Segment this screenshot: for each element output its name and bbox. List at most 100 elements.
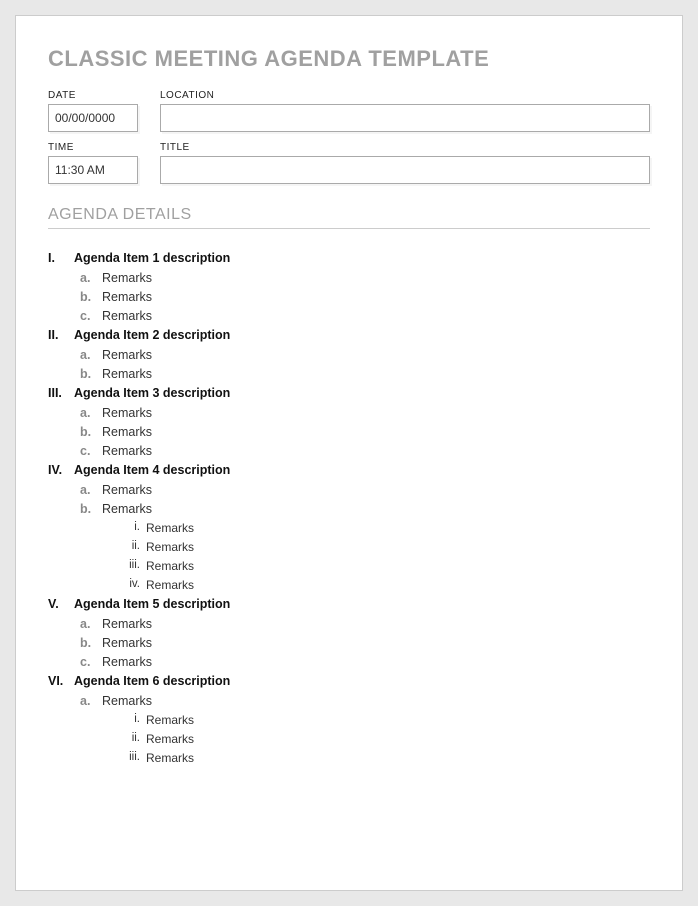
agenda-sub-item: b.Remarks [48, 425, 650, 439]
agenda-item: VI.Agenda Item 6 descriptiona.Remarksi.R… [48, 674, 650, 765]
agenda-item-header: I.Agenda Item 1 description [48, 251, 650, 265]
agenda-sub-item: b.Remarks [48, 636, 650, 650]
location-input[interactable] [160, 104, 650, 132]
agenda-subsub-numeral: i. [122, 521, 146, 535]
agenda-sub-letter: c. [80, 309, 102, 323]
agenda-subsub-item: ii.Remarks [48, 540, 650, 554]
agenda-item-header: IV.Agenda Item 4 description [48, 463, 650, 477]
agenda-item-title: Agenda Item 4 description [74, 463, 230, 477]
agenda-subsub-numeral: iii. [122, 559, 146, 573]
agenda-sub-text: Remarks [102, 502, 152, 516]
agenda-subsub-text: Remarks [146, 521, 194, 535]
agenda-subsub-text: Remarks [146, 559, 194, 573]
agenda-sub-text: Remarks [102, 367, 152, 381]
agenda-sub-letter: b. [80, 425, 102, 439]
agenda-sub-letter: a. [80, 271, 102, 285]
agenda-sub-item: a.Remarks [48, 483, 650, 497]
agenda-subsub-numeral: iii. [122, 751, 146, 765]
time-input[interactable] [48, 156, 138, 184]
agenda-subsub-numeral: ii. [122, 540, 146, 554]
agenda-sub-text: Remarks [102, 444, 152, 458]
agenda-list: I.Agenda Item 1 descriptiona.Remarksb.Re… [48, 251, 650, 765]
agenda-sub-letter: a. [80, 617, 102, 631]
agenda-subsub-text: Remarks [146, 751, 194, 765]
agenda-sub-item: b.Remarks [48, 502, 650, 516]
agenda-item-numeral: IV. [48, 463, 74, 477]
agenda-subsub-text: Remarks [146, 540, 194, 554]
date-input[interactable] [48, 104, 138, 132]
agenda-sub-item: c.Remarks [48, 309, 650, 323]
agenda-item: II.Agenda Item 2 descriptiona.Remarksb.R… [48, 328, 650, 381]
location-field-group: LOCATION [160, 90, 650, 132]
agenda-subsub-item: i.Remarks [48, 521, 650, 535]
agenda-item-header: III.Agenda Item 3 description [48, 386, 650, 400]
agenda-item: IV.Agenda Item 4 descriptiona.Remarksb.R… [48, 463, 650, 592]
agenda-sub-letter: a. [80, 483, 102, 497]
agenda-sub-letter: c. [80, 655, 102, 669]
agenda-item: I.Agenda Item 1 descriptiona.Remarksb.Re… [48, 251, 650, 323]
agenda-sub-letter: c. [80, 444, 102, 458]
agenda-item-title: Agenda Item 1 description [74, 251, 230, 265]
agenda-sub-letter: b. [80, 367, 102, 381]
form-row-2: TIME TITLE [48, 142, 650, 184]
agenda-subsub-numeral: ii. [122, 732, 146, 746]
agenda-item-title: Agenda Item 6 description [74, 674, 230, 688]
agenda-sub-letter: b. [80, 502, 102, 516]
time-field-group: TIME [48, 142, 138, 184]
agenda-subsub-item: iii.Remarks [48, 751, 650, 765]
agenda-sub-item: b.Remarks [48, 367, 650, 381]
agenda-subsub-item: iv.Remarks [48, 578, 650, 592]
agenda-sub-text: Remarks [102, 406, 152, 420]
agenda-item-header: VI.Agenda Item 6 description [48, 674, 650, 688]
section-divider [48, 228, 650, 229]
agenda-sub-item: a.Remarks [48, 617, 650, 631]
agenda-item-numeral: II. [48, 328, 74, 342]
agenda-sub-item: a.Remarks [48, 271, 650, 285]
agenda-item-title: Agenda Item 2 description [74, 328, 230, 342]
agenda-sub-text: Remarks [102, 617, 152, 631]
agenda-item-numeral: V. [48, 597, 74, 611]
date-field-group: DATE [48, 90, 138, 132]
agenda-subsub-item: ii.Remarks [48, 732, 650, 746]
agenda-details-header: AGENDA DETAILS [48, 206, 650, 224]
date-label: DATE [48, 90, 138, 101]
agenda-sub-letter: b. [80, 290, 102, 304]
agenda-item: V.Agenda Item 5 descriptiona.Remarksb.Re… [48, 597, 650, 669]
agenda-item-numeral: III. [48, 386, 74, 400]
agenda-sub-text: Remarks [102, 483, 152, 497]
agenda-item-title: Agenda Item 3 description [74, 386, 230, 400]
agenda-sub-item: c.Remarks [48, 444, 650, 458]
agenda-subsub-text: Remarks [146, 713, 194, 727]
agenda-sub-text: Remarks [102, 655, 152, 669]
agenda-item-title: Agenda Item 5 description [74, 597, 230, 611]
agenda-sub-item: a.Remarks [48, 348, 650, 362]
agenda-sub-letter: a. [80, 348, 102, 362]
agenda-sub-text: Remarks [102, 425, 152, 439]
agenda-sub-letter: b. [80, 636, 102, 650]
agenda-sub-text: Remarks [102, 309, 152, 323]
agenda-sub-item: c.Remarks [48, 655, 650, 669]
agenda-sub-text: Remarks [102, 290, 152, 304]
agenda-sub-text: Remarks [102, 348, 152, 362]
agenda-subsub-item: i.Remarks [48, 713, 650, 727]
agenda-subsub-numeral: iv. [122, 578, 146, 592]
agenda-sub-text: Remarks [102, 694, 152, 708]
agenda-subsub-text: Remarks [146, 578, 194, 592]
agenda-sub-text: Remarks [102, 271, 152, 285]
agenda-sub-letter: a. [80, 406, 102, 420]
agenda-sub-item: a.Remarks [48, 694, 650, 708]
page-title: CLASSIC MEETING AGENDA TEMPLATE [48, 46, 650, 72]
form-row-1: DATE LOCATION [48, 90, 650, 132]
agenda-subsub-item: iii.Remarks [48, 559, 650, 573]
agenda-item-header: II.Agenda Item 2 description [48, 328, 650, 342]
title-label: TITLE [160, 142, 650, 153]
agenda-subsub-text: Remarks [146, 732, 194, 746]
agenda-sub-letter: a. [80, 694, 102, 708]
agenda-sub-text: Remarks [102, 636, 152, 650]
agenda-sub-item: b.Remarks [48, 290, 650, 304]
title-field-group: TITLE [160, 142, 650, 184]
title-input[interactable] [160, 156, 650, 184]
agenda-sub-item: a.Remarks [48, 406, 650, 420]
time-label: TIME [48, 142, 138, 153]
agenda-item-header: V.Agenda Item 5 description [48, 597, 650, 611]
